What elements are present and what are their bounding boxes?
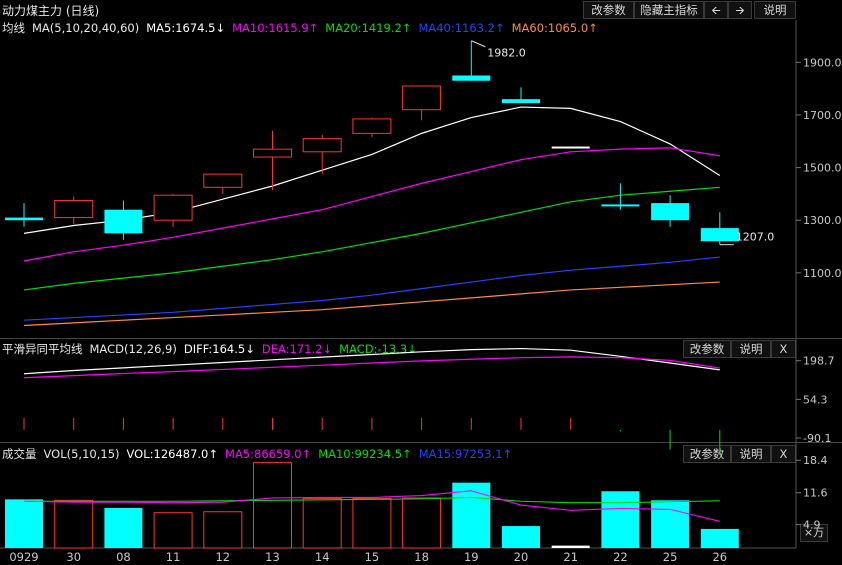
volume-bar <box>104 507 143 548</box>
x-date-label: 14 <box>315 550 330 564</box>
volume-bar <box>203 511 243 549</box>
y-tick-label: 1500.0 <box>803 162 842 175</box>
candle-body <box>402 85 442 111</box>
y-tick-label: 1900.0 <box>803 56 842 69</box>
candle-body <box>700 228 739 242</box>
candle-body <box>253 148 292 158</box>
candle-body <box>203 173 243 188</box>
volume-bar <box>352 497 392 549</box>
volume-bar <box>5 499 43 548</box>
x-date-label: 21 <box>563 550 578 564</box>
y-tick-label: 11.6 <box>803 487 828 500</box>
volume-bar <box>302 497 342 549</box>
x-date-label: 13 <box>265 550 280 564</box>
low-price-label: 1207.0 <box>736 231 775 244</box>
volume-bar <box>54 499 94 549</box>
x-date-label: 20 <box>514 550 529 564</box>
candle-body <box>601 204 640 207</box>
x-date-label: 19 <box>464 550 479 564</box>
y-tick-label: 198.7 <box>803 355 835 368</box>
y-tick-label: 4.9 <box>803 519 821 532</box>
volume-bar <box>402 497 442 549</box>
ma40-line <box>23 256 720 321</box>
candle-body <box>54 199 94 219</box>
x-date-label: 18 <box>414 550 429 564</box>
y-tick-label: 1300.0 <box>803 214 842 227</box>
x-date-label: 25 <box>663 550 678 564</box>
diff-line <box>23 347 720 375</box>
x-date-label: 08 <box>116 550 131 564</box>
candle-body <box>502 99 540 104</box>
x-date-label: 22 <box>613 550 628 564</box>
x-date-label: 30 <box>66 550 81 564</box>
x-date-label: 26 <box>712 550 727 564</box>
candle-body <box>452 75 491 81</box>
x-date-label: 15 <box>365 550 380 564</box>
y-tick-label: 1100.0 <box>803 267 842 280</box>
y-tick-label: 54.3 <box>803 393 828 406</box>
high-pointer <box>471 40 486 48</box>
candle-body <box>302 138 342 153</box>
candle-body <box>5 217 43 221</box>
ma60-line <box>23 281 720 327</box>
y-tick-label: 18.4 <box>803 454 828 467</box>
x-date-label: 12 <box>215 550 230 564</box>
candle-body <box>153 194 193 221</box>
x-date-label: 11 <box>166 550 181 564</box>
volume-bar <box>651 500 690 548</box>
ma20-line <box>23 186 720 291</box>
candle-body <box>104 209 143 234</box>
y-tick-label: -90.1 <box>803 432 831 445</box>
candle-body <box>551 146 590 149</box>
x-date-label: 0929 <box>9 550 38 564</box>
volume-bar <box>700 528 739 548</box>
candle-body <box>352 118 392 134</box>
kline-chart: 1900.0 1700.0 1500.0 1300.0 1100.0 1982.0 1207… <box>0 20 842 564</box>
candle-body <box>651 203 690 221</box>
volume-bar <box>502 526 540 548</box>
volume-bar <box>153 512 193 549</box>
volume-bar <box>601 491 640 548</box>
volume-bar <box>551 545 590 548</box>
volume-bar <box>253 462 292 549</box>
high-price-label: 1982.0 <box>487 47 526 60</box>
y-tick-label: 1700.0 <box>803 109 842 122</box>
